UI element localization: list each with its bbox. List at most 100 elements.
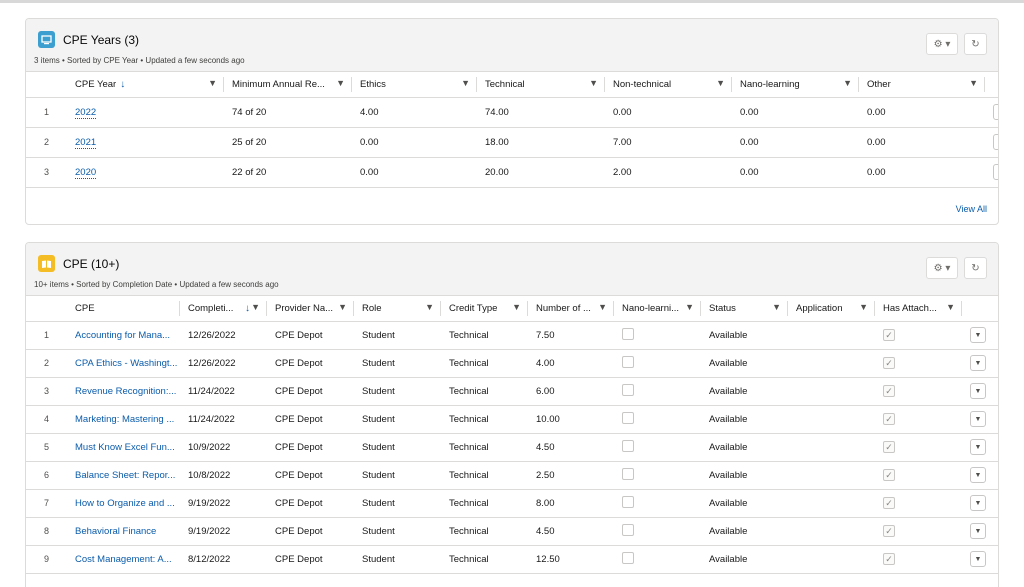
nano-learning-checkbox bbox=[622, 467, 634, 480]
table-row: 2202125 of 200.0018.007.000.000.00▼ bbox=[26, 127, 998, 158]
column-header-minimum-annual[interactable]: Minimum Annual Re... ▼ bbox=[224, 72, 352, 98]
cpe-link[interactable]: CPA Ethics - Washingt... bbox=[75, 358, 177, 369]
column-header-number-of[interactable]: Number of ... ▼ bbox=[528, 296, 614, 322]
column-header-nano-learning[interactable]: Nano-learning ▼ bbox=[732, 72, 859, 98]
technical-cell: 18.00 bbox=[477, 127, 605, 158]
column-header-technical[interactable]: Technical ▼ bbox=[477, 72, 605, 98]
chevron-down-icon: ▼ bbox=[974, 499, 982, 507]
chevron-down-icon[interactable]: ▼ bbox=[338, 302, 347, 312]
chevron-down-icon[interactable]: ▼ bbox=[843, 78, 852, 88]
chevron-down-icon[interactable]: ▼ bbox=[512, 302, 521, 312]
row-actions-button[interactable]: ▼ bbox=[993, 134, 998, 150]
row-actions-button[interactable]: ▼ bbox=[970, 327, 986, 343]
chevron-down-icon[interactable]: ▼ bbox=[859, 302, 868, 312]
cpe-link[interactable]: Balance Sheet: Repor... bbox=[75, 470, 175, 481]
column-header-other[interactable]: Other ▼ bbox=[859, 72, 985, 98]
gear-icon: ⚙ ▾ bbox=[933, 38, 951, 50]
cpe-year-link[interactable]: 2022 bbox=[75, 106, 97, 119]
row-actions-button[interactable]: ▼ bbox=[970, 495, 986, 511]
chevron-down-icon[interactable]: ▼ bbox=[208, 78, 217, 88]
provider-name-cell: CPE Depot bbox=[267, 461, 354, 490]
table-row: 7 How to Organize and ... 9/19/2022 CPE Dep… bbox=[26, 489, 998, 518]
column-header-nano-learning[interactable]: Nano-learni... ▼ bbox=[614, 296, 701, 322]
row-actions-button[interactable]: ▼ bbox=[970, 411, 986, 427]
row-actions-button[interactable]: ▼ bbox=[993, 104, 998, 120]
column-header-completion-date[interactable]: Completi... ↓ ▼ bbox=[180, 296, 267, 322]
chevron-down-icon[interactable]: ▼ bbox=[589, 78, 598, 88]
view-all-link[interactable]: View All bbox=[956, 204, 987, 214]
nano-learning-checkbox bbox=[622, 411, 634, 424]
column-header-role[interactable]: Role ▼ bbox=[354, 296, 441, 322]
nano-learning-checkbox bbox=[622, 327, 634, 340]
chevron-down-icon[interactable]: ▼ bbox=[946, 302, 955, 312]
chevron-down-icon[interactable]: ▼ bbox=[969, 78, 978, 88]
completion-date-cell: 8/12/2022 bbox=[180, 545, 267, 574]
column-header-credit-type[interactable]: Credit Type ▼ bbox=[441, 296, 528, 322]
column-header-application[interactable]: Application ▼ bbox=[788, 296, 875, 322]
column-header-ethics[interactable]: Ethics ▼ bbox=[352, 72, 477, 98]
nano-learning-cell: 0.00 bbox=[732, 127, 859, 158]
cpe-link[interactable]: Cost Management: A... bbox=[75, 554, 172, 565]
credit-type-cell: Technical bbox=[441, 405, 528, 434]
row-actions-button[interactable]: ▼ bbox=[970, 467, 986, 483]
nano-learning-checkbox bbox=[622, 439, 634, 452]
completion-date-cell: 12/26/2022 bbox=[180, 349, 267, 378]
cpe-year-link[interactable]: 2020 bbox=[75, 166, 97, 179]
cpe-card: CPE (10+) 10+ items • Sorted by Completi… bbox=[25, 242, 999, 587]
row-actions-button[interactable]: ▼ bbox=[970, 439, 986, 455]
row-actions-button[interactable]: ▼ bbox=[993, 164, 998, 180]
column-header-cpe-year[interactable]: CPE Year ↓ ▼ bbox=[67, 72, 224, 98]
nano-learning-checkbox bbox=[622, 383, 634, 396]
column-header-provider-name[interactable]: Provider Na... ▼ bbox=[267, 296, 354, 322]
settings-button[interactable]: ⚙ ▾ bbox=[926, 33, 958, 55]
table-row: 1202274 of 204.0074.000.000.000.00▼ bbox=[26, 97, 998, 128]
row-number: 7 bbox=[26, 489, 67, 518]
chevron-down-icon[interactable]: ▼ bbox=[425, 302, 434, 312]
chevron-down-icon[interactable]: ▼ bbox=[251, 302, 260, 312]
chevron-down-icon[interactable]: ▼ bbox=[685, 302, 694, 312]
row-actions-button[interactable]: ▼ bbox=[970, 551, 986, 567]
nano-learning-checkbox bbox=[622, 495, 634, 508]
column-header-has-attachment[interactable]: Has Attach... ▼ bbox=[875, 296, 962, 322]
column-header-non-technical[interactable]: Non-technical ▼ bbox=[605, 72, 732, 98]
provider-name-cell: CPE Depot bbox=[267, 489, 354, 518]
chevron-down-icon[interactable]: ▼ bbox=[716, 78, 725, 88]
cpe-link[interactable]: Behavioral Finance bbox=[75, 526, 156, 537]
cpe-link[interactable]: Must Know Excel Fun... bbox=[75, 442, 175, 453]
cpe-title[interactable]: CPE (10+) bbox=[63, 257, 119, 271]
credit-type-cell: Technical bbox=[441, 489, 528, 518]
row-number: 4 bbox=[26, 405, 67, 434]
chevron-down-icon[interactable]: ▼ bbox=[336, 78, 345, 88]
credit-type-cell: Technical bbox=[441, 461, 528, 490]
refresh-button[interactable]: ↻ bbox=[964, 33, 987, 55]
chevron-down-icon: ▼ bbox=[974, 527, 982, 535]
row-number: 8 bbox=[26, 517, 67, 546]
completion-date-cell: 9/19/2022 bbox=[180, 489, 267, 518]
application-cell bbox=[788, 489, 875, 518]
settings-button[interactable]: ⚙ ▾ bbox=[926, 257, 958, 279]
non-technical-cell: 0.00 bbox=[605, 97, 732, 128]
row-actions-button[interactable]: ▼ bbox=[970, 523, 986, 539]
application-cell bbox=[788, 517, 875, 546]
application-cell bbox=[788, 405, 875, 434]
nano-learning-checkbox bbox=[622, 355, 634, 368]
chevron-down-icon[interactable]: ▼ bbox=[772, 302, 781, 312]
column-header-status[interactable]: Status ▼ bbox=[701, 296, 788, 322]
chevron-down-icon[interactable]: ▼ bbox=[461, 78, 470, 88]
cpe-year-link[interactable]: 2021 bbox=[75, 136, 97, 149]
gear-icon: ⚙ ▾ bbox=[933, 262, 951, 274]
refresh-button[interactable]: ↻ bbox=[964, 257, 987, 279]
chevron-down-icon: ▼ bbox=[974, 555, 982, 563]
cpe-link[interactable]: Marketing: Mastering ... bbox=[75, 414, 174, 425]
cpe-link[interactable]: How to Organize and ... bbox=[75, 498, 175, 509]
column-header-cpe[interactable]: CPE bbox=[67, 296, 180, 322]
minimum-annual-cell: 74 of 20 bbox=[224, 97, 352, 128]
nano-learning-cell: 0.00 bbox=[732, 157, 859, 188]
cpe-link[interactable]: Accounting for Mana... bbox=[75, 330, 170, 341]
row-actions-button[interactable]: ▼ bbox=[970, 383, 986, 399]
cpe-link[interactable]: Revenue Recognition:... bbox=[75, 386, 176, 397]
row-actions-button[interactable]: ▼ bbox=[970, 355, 986, 371]
chevron-down-icon[interactable]: ▼ bbox=[598, 302, 607, 312]
cpe-years-title[interactable]: CPE Years (3) bbox=[63, 33, 139, 47]
status-cell: Available bbox=[701, 461, 788, 490]
